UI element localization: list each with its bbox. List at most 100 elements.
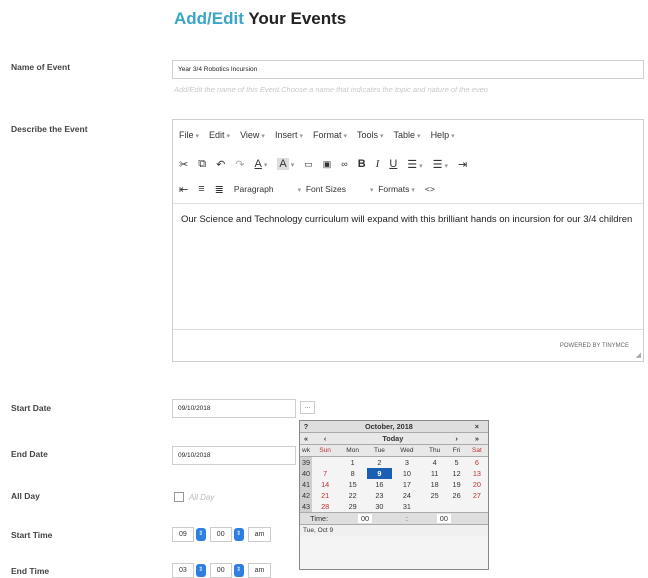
redo-icon[interactable]: ↷: [235, 158, 244, 171]
calendar-day[interactable]: 18: [422, 479, 447, 490]
prev-year-button[interactable]: «: [300, 432, 312, 445]
day-header: Mon: [338, 444, 367, 457]
align-left-icon[interactable]: ≡: [198, 183, 204, 195]
menu-format[interactable]: Format ▾: [313, 130, 347, 140]
calendar-day[interactable]: 10: [392, 468, 422, 479]
prev-month-button[interactable]: ‹: [312, 432, 339, 445]
start-date-input[interactable]: 09/10/2018: [172, 399, 296, 418]
today-button[interactable]: Today: [338, 432, 448, 445]
calendar-day[interactable]: 19: [447, 479, 465, 490]
italic-icon[interactable]: I: [376, 158, 380, 170]
link-icon[interactable]: ∞: [341, 159, 347, 169]
calendar-time-separator: :: [391, 512, 422, 524]
calendar-day[interactable]: 17: [392, 479, 422, 490]
calendar-day[interactable]: 15: [338, 479, 367, 490]
calendar-day[interactable]: 14: [312, 479, 338, 490]
menu-insert[interactable]: Insert ▾: [275, 130, 303, 140]
calendar-popup: ? October, 2018 × « ‹ Today › » wk Sun M…: [299, 420, 489, 570]
menu-file[interactable]: File ▾: [179, 130, 199, 140]
end-minute-spinner-icon[interactable]: ⇕: [233, 564, 244, 577]
underline-icon[interactable]: U: [389, 158, 397, 170]
date-picker-button[interactable]: ...: [300, 401, 315, 414]
calendar-day[interactable]: 31: [392, 501, 422, 513]
calendar-day[interactable]: 7: [312, 468, 338, 479]
start-hour-select[interactable]: 09: [172, 527, 194, 542]
calendar-close-icon[interactable]: ×: [465, 421, 488, 433]
calendar-day[interactable]: 21: [312, 490, 338, 501]
end-time-label: End Time: [11, 566, 50, 576]
outdent-icon[interactable]: ⇤: [179, 183, 188, 196]
all-day-toggle[interactable]: All Day: [174, 492, 214, 502]
event-name-input[interactable]: Year 3/4 Robotics Incursion: [172, 60, 644, 79]
start-ampm-select[interactable]: am: [247, 527, 272, 542]
end-minute-select[interactable]: 00: [209, 563, 232, 578]
calendar-empty-cell: [466, 501, 488, 513]
numbered-list-icon[interactable]: ☰ ▾: [433, 158, 448, 171]
start-time-selector: 09 ⇕ 00 ⇕ am: [172, 527, 272, 542]
media-icon[interactable]: ▭: [304, 159, 313, 170]
calendar-day[interactable]: 4: [422, 457, 447, 469]
calendar-day[interactable]: 13: [466, 468, 488, 479]
next-month-button[interactable]: ›: [447, 432, 466, 445]
undo-icon[interactable]: ↶: [216, 158, 225, 171]
calendar-day-headers: wk Sun Mon Tue Wed Thu Fri Sat: [300, 444, 488, 457]
event-name-hint: Add/Edit the name of this Event.Choose a…: [174, 85, 488, 94]
calendar-day[interactable]: 20: [466, 479, 488, 490]
calendar-day[interactable]: 23: [367, 490, 392, 501]
calendar-help-button[interactable]: ?: [300, 421, 312, 433]
cut-icon[interactable]: ✂: [179, 158, 188, 171]
menu-table[interactable]: Table ▾: [394, 130, 421, 140]
calendar-day[interactable]: 22: [338, 490, 367, 501]
page-title: Add/Edit Your Events: [174, 9, 346, 29]
calendar-day-selected[interactable]: 9: [366, 468, 392, 479]
calendar-day[interactable]: 16: [367, 479, 392, 490]
end-hour-spinner-icon[interactable]: ⇕: [195, 564, 206, 577]
calendar-time-minute[interactable]: 00: [421, 512, 466, 524]
bold-icon[interactable]: B: [358, 158, 366, 170]
text-color-icon[interactable]: A ▾: [255, 158, 268, 170]
calendar-day[interactable]: 3: [392, 457, 422, 469]
calendar-day[interactable]: 8: [338, 468, 367, 479]
calendar-day[interactable]: 28: [312, 501, 338, 513]
describe-event-label: Describe the Event: [11, 124, 88, 134]
background-color-icon[interactable]: A ▾: [277, 158, 294, 170]
image-icon[interactable]: ▣: [323, 159, 332, 170]
editor-status: POWERED BY TINYMCE: [559, 343, 629, 349]
calendar-time-hour[interactable]: 00: [338, 512, 392, 524]
resize-handle-icon[interactable]: ◢: [636, 351, 641, 359]
calendar-day[interactable]: 27: [466, 490, 488, 501]
start-hour-spinner-icon[interactable]: ⇕: [195, 528, 206, 541]
calendar-day[interactable]: 5: [447, 457, 465, 469]
font-sizes-dropdown[interactable]: ▾ Font Sizes: [296, 184, 346, 194]
calendar-day[interactable]: 12: [447, 468, 465, 479]
bullet-list-icon[interactable]: ☰ ▾: [407, 158, 422, 171]
menu-tools[interactable]: Tools ▾: [357, 130, 384, 140]
end-ampm-select[interactable]: am: [247, 563, 272, 578]
editor-content[interactable]: Our Science and Technology curriculum wi…: [173, 203, 643, 330]
start-minute-select[interactable]: 00: [209, 527, 232, 542]
align-center-icon[interactable]: ≣: [215, 183, 224, 196]
menu-help[interactable]: Help ▾: [431, 130, 455, 140]
calendar-day[interactable]: 6: [466, 457, 488, 469]
menu-view[interactable]: View ▾: [240, 130, 265, 140]
calendar-day[interactable]: 25: [422, 490, 447, 501]
source-code-icon[interactable]: <>: [425, 184, 435, 194]
end-hour-select[interactable]: 03: [172, 563, 194, 578]
calendar-day[interactable]: 1: [338, 457, 367, 469]
copy-icon[interactable]: ⧉: [198, 158, 206, 171]
calendar-day[interactable]: 24: [392, 490, 422, 501]
menu-edit[interactable]: Edit ▾: [209, 130, 230, 140]
formats-dropdown[interactable]: ▾ Formats ▾: [368, 184, 415, 194]
paragraph-dropdown[interactable]: Paragraph: [234, 184, 274, 194]
indent-icon[interactable]: ⇥: [458, 158, 467, 171]
calendar-day[interactable]: 26: [447, 490, 465, 501]
calendar-day[interactable]: 30: [367, 501, 392, 513]
calendar-day[interactable]: 11: [422, 468, 447, 479]
calendar-day[interactable]: 29: [338, 501, 367, 513]
start-minute-spinner-icon[interactable]: ⇕: [233, 528, 244, 541]
next-year-button[interactable]: »: [465, 432, 488, 445]
all-day-checkbox[interactable]: [174, 492, 184, 502]
calendar-day[interactable]: 2: [367, 457, 392, 469]
end-date-input[interactable]: 09/10/2018: [172, 446, 296, 465]
end-date-value: 09/10/2018: [178, 452, 211, 459]
